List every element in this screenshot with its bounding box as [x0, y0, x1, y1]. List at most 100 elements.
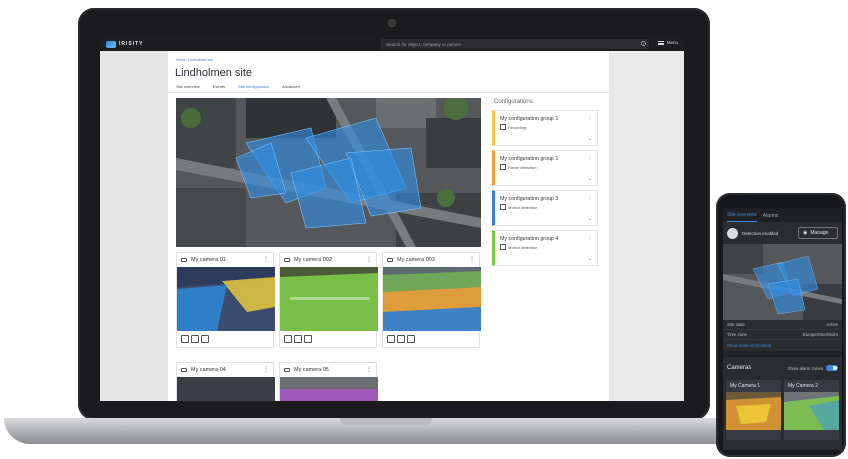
phone-screen: Site overview Alarms Detection enabled ◉… [723, 208, 842, 450]
alarm-zones-toggle[interactable]: Show alarm zones [788, 365, 838, 371]
device-mockup: IRISITY Search for object, company or pe… [0, 0, 848, 459]
show-more-link[interactable]: Show more information [723, 340, 842, 351]
chevron-down-icon[interactable]: ⌄ [588, 216, 592, 222]
manage-button[interactable]: ◉ Manage [798, 227, 838, 239]
more-options-icon[interactable]: ⋮ [366, 256, 372, 263]
more-options-icon[interactable]: ⋮ [587, 195, 592, 201]
flame-icon [500, 164, 506, 170]
brand-logo[interactable]: IRISITY [106, 40, 144, 48]
camera-card-05[interactable]: My camera 05 ⋮ [279, 362, 378, 401]
recording-icon [500, 124, 506, 130]
config-name: My configuration group 4 [500, 236, 559, 242]
camera-thumbnail [383, 267, 481, 331]
camera-name: My camera 01 [191, 257, 226, 263]
divider [168, 92, 609, 93]
aerial-map-image [176, 98, 481, 247]
mobile-aerial-map[interactable] [723, 244, 842, 320]
video-camera-icon [387, 258, 393, 262]
info-row: Site state Active [723, 320, 842, 330]
camera-name: My camera 003 [397, 257, 435, 263]
more-options-icon[interactable]: ⋮ [263, 256, 269, 263]
camera-name: My camera 04 [191, 367, 226, 373]
camera-thumbnail [177, 377, 275, 401]
row-label: Site state [727, 322, 745, 327]
cameras-title: Cameras [727, 365, 752, 371]
mobile-camera-card[interactable]: My Camera 2 [784, 380, 839, 440]
manage-label: Manage [810, 230, 829, 236]
camera-card-04[interactable]: My camera 04 ⋮ [176, 362, 275, 401]
eye-icon: ◉ [803, 230, 808, 236]
motion-icon [500, 244, 506, 250]
menu-label: Menu [666, 40, 678, 45]
mobile-tab-bar: Site overview Alarms [723, 208, 842, 222]
config-type: Flame detection [508, 165, 537, 170]
main-content: Home / Lindholmen site Lindholmen site S… [168, 51, 609, 401]
camera-name: My camera 05 [294, 367, 329, 373]
video-camera-icon [181, 368, 187, 372]
more-options-icon[interactable]: ⋮ [263, 366, 269, 373]
laptop-base [4, 418, 768, 444]
tab-site-overview[interactable]: Site overview [727, 212, 757, 222]
right-gutter [609, 51, 684, 401]
config-name: My configuration group 3 [500, 196, 559, 202]
camera-card-003[interactable]: My camera 003 ⋮ [382, 252, 481, 348]
chevron-down-icon[interactable]: ⌄ [588, 136, 592, 142]
more-options-icon[interactable]: ⋮ [587, 155, 592, 161]
webcam-dot [389, 20, 395, 26]
camera-thumbnail [726, 392, 781, 430]
breadcrumb[interactable]: Home / Lindholmen site [176, 58, 213, 62]
camera-name: My Camera 2 [788, 383, 819, 389]
detection-label: Detection enabled [742, 230, 779, 236]
config-group-card[interactable]: My configuration group 1 Flame detection… [492, 150, 598, 186]
camera-thumbnail [280, 267, 378, 331]
recording-icon[interactable] [294, 335, 302, 343]
detection-icon[interactable] [387, 335, 395, 343]
recording-icon[interactable] [191, 335, 199, 343]
more-options-icon[interactable]: ⋮ [587, 235, 592, 241]
camera-thumbnail [784, 392, 839, 430]
config-group-card[interactable]: My configuration group 3 Motion detectio… [492, 190, 598, 226]
motion-icon[interactable] [201, 335, 209, 343]
search-box[interactable]: Search for object, company or person [381, 39, 649, 49]
row-value: Europe/Stockholm [802, 332, 838, 337]
search-icon[interactable] [641, 41, 646, 46]
camera-thumbnail [177, 267, 275, 331]
page-title: Lindholmen site [175, 67, 253, 79]
motion-icon[interactable] [304, 335, 312, 343]
config-group-card[interactable]: My configuration group 4 Motion detectio… [492, 230, 598, 266]
detection-icon[interactable] [284, 335, 292, 343]
camera-card-01[interactable]: My camera 01 ⋮ [176, 252, 275, 348]
config-type: Motion detection [508, 245, 538, 250]
eye-icon [727, 227, 738, 239]
more-options-icon[interactable]: ⋮ [469, 256, 475, 263]
video-camera-icon [181, 258, 187, 262]
top-bar: IRISITY Search for object, company or pe… [100, 37, 684, 51]
motion-icon[interactable] [407, 335, 415, 343]
cameras-header: Cameras Show alarm zones [723, 351, 842, 375]
mobile-camera-card[interactable]: My Camera 1 [726, 380, 781, 440]
config-name: My configuration group 1 [500, 116, 559, 122]
toggle-switch[interactable] [826, 365, 838, 371]
info-row: Time zone Europe/Stockholm [723, 330, 842, 340]
video-camera-icon [284, 368, 290, 372]
chevron-down-icon[interactable]: ⌄ [588, 256, 592, 262]
row-label: Time zone [727, 332, 747, 337]
config-type: Recording [508, 125, 527, 130]
video-camera-icon [284, 258, 290, 262]
config-group-card[interactable]: My configuration group 1 Recording ⋮ ⌄ [492, 110, 598, 146]
more-options-icon[interactable]: ⋮ [587, 115, 592, 121]
more-options-icon[interactable]: ⋮ [366, 366, 372, 373]
logo-icon [106, 40, 116, 48]
search-input[interactable]: Search for object, company or person [386, 42, 461, 47]
recording-icon[interactable] [397, 335, 405, 343]
chevron-down-icon[interactable]: ⌄ [588, 176, 592, 182]
laptop-screen: IRISITY Search for object, company or pe… [100, 37, 684, 401]
menu-button[interactable]: Menu [657, 40, 678, 45]
tab-alarms[interactable]: Alarms [763, 213, 779, 222]
configurations-heading: Configurations: [494, 99, 535, 105]
detection-icon[interactable] [181, 335, 189, 343]
site-aerial-map[interactable] [176, 98, 481, 247]
hamburger-icon [657, 40, 664, 45]
left-gutter [100, 51, 168, 401]
camera-card-002[interactable]: My camera 002 ⋮ [279, 252, 378, 348]
